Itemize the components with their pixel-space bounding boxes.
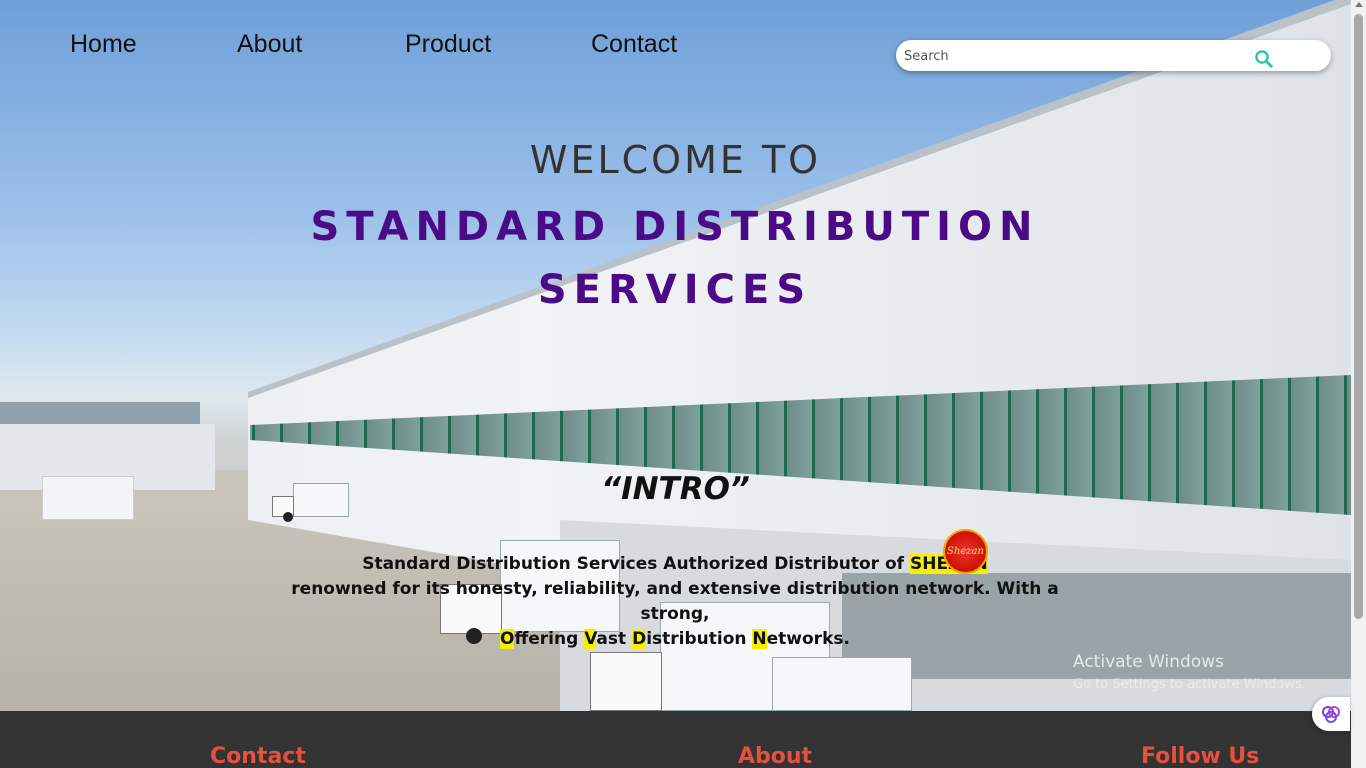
nav-home[interactable]: Home: [70, 30, 237, 59]
search-input[interactable]: [904, 46, 1244, 66]
intro-line-2: renowned for its honesty, reliability, a…: [291, 579, 1059, 624]
footer-follow-heading: Follow Us: [1141, 744, 1260, 768]
shezan-logo-icon: Shezan: [945, 531, 986, 572]
company-name-line2: SERVICES: [537, 267, 813, 313]
nav-about[interactable]: About: [237, 30, 405, 59]
footer-about-heading: About: [738, 744, 813, 768]
truck-cab: [590, 652, 662, 711]
scrollbar-thumb[interactable]: [1354, 14, 1363, 619]
acronym-letter: N: [752, 629, 767, 649]
company-name-line1: STANDARD DISTRIBUTION: [310, 204, 1040, 250]
activation-watermark-title: Activate Windows: [1073, 652, 1224, 672]
company-name: STANDARD DISTRIBUTION SERVICES: [250, 196, 1100, 322]
acronym-letter: V: [584, 629, 597, 649]
acronym-letter: D: [632, 629, 647, 649]
nav-contact[interactable]: Contact: [591, 30, 677, 59]
acronym-letter: O: [500, 629, 515, 649]
welcome-heading: WELCOME TO: [529, 138, 822, 182]
truck-body: [772, 657, 912, 711]
scroll-up-arrow-icon[interactable]: [1355, 2, 1363, 7]
main-nav: Home About Product Contact: [70, 30, 677, 59]
intro-line-3: Offering Vast Distribution Networks.: [260, 627, 1090, 652]
brain-icon: [1322, 706, 1340, 723]
intro-word: ffering: [514, 629, 585, 649]
assistant-button[interactable]: [1312, 697, 1350, 731]
logo-text: Shezan: [947, 546, 984, 557]
intro-heading: “INTRO”: [601, 471, 750, 507]
nav-product[interactable]: Product: [405, 30, 591, 59]
truck-wheel: [283, 512, 293, 522]
distant-building: [0, 402, 200, 426]
activation-watermark-subtitle: Go to Settings to activate Windows.: [1073, 677, 1306, 692]
intro-word: istribution: [646, 629, 753, 649]
footer-contact-heading: Contact: [210, 744, 306, 768]
search-icon[interactable]: [1254, 49, 1274, 69]
intro-word: ast: [596, 629, 633, 649]
intro-text: Standard Distribution Services Authorize…: [362, 554, 905, 574]
intro-word: etworks.: [766, 629, 850, 649]
